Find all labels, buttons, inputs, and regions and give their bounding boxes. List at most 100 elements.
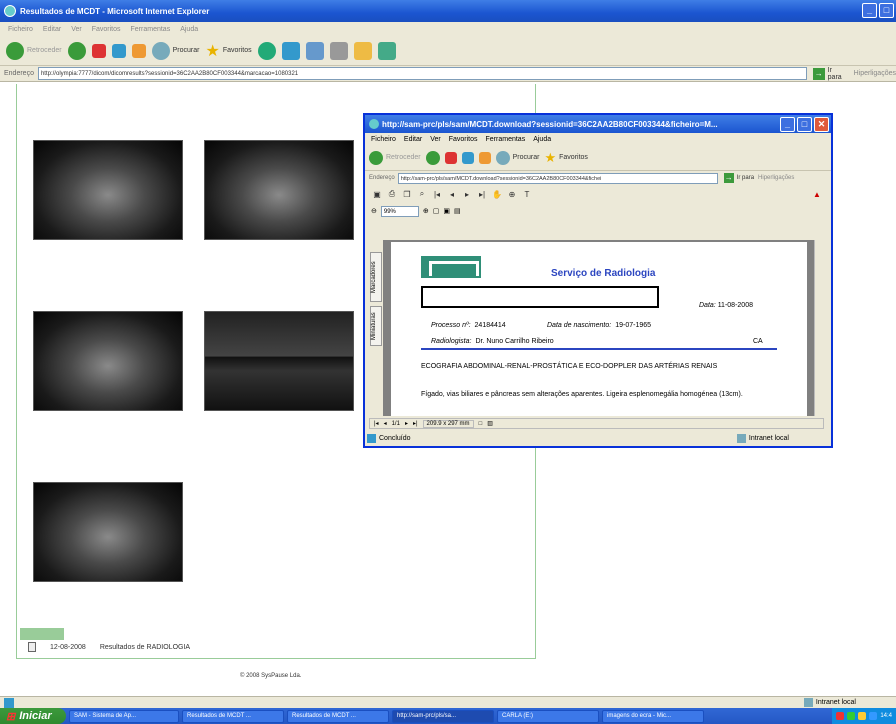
stop-button[interactable] (91, 43, 106, 58)
first-page-icon[interactable]: |◂ (431, 190, 443, 199)
last-page-button[interactable]: ▸| (413, 420, 418, 427)
popup-status-text: Concluído (379, 435, 411, 442)
tray-icon[interactable] (836, 712, 845, 720)
result-label[interactable]: Resultados de RADIOLOGIA (100, 644, 190, 651)
popup-forward-button[interactable] (425, 150, 440, 165)
menu-tools[interactable]: Ferramentas (131, 26, 171, 33)
popup-menu-view[interactable]: Ver (430, 136, 441, 143)
home-button[interactable] (131, 43, 146, 58)
search-button[interactable]: Procurar (151, 41, 199, 60)
address-input[interactable]: http://olympia:7777/dicom/dicomresults?s… (37, 67, 807, 80)
tray-icon[interactable] (858, 712, 867, 720)
popup-close-button[interactable]: ✕ (814, 116, 829, 132)
prev-page-icon[interactable]: ◂ (446, 190, 458, 199)
acrobat-logo-icon: ▲ (813, 189, 821, 199)
mail-button[interactable] (305, 41, 324, 60)
popup-minimize-button[interactable]: _ (780, 116, 795, 132)
task-button[interactable]: CARLA (E:) (497, 709, 599, 723)
task-button-active[interactable]: http://sam-prc/pls/sa... (392, 709, 494, 723)
find-icon[interactable]: ⌕ (416, 189, 428, 199)
popup-refresh-button[interactable] (461, 151, 474, 164)
last-page-icon[interactable]: ▸| (476, 190, 488, 199)
menu-edit[interactable]: Editar (43, 26, 61, 33)
ultrasound-thumbnail-5[interactable] (33, 482, 183, 582)
popup-address-input[interactable]: http://sam-prc/pls/sam/MCDT.download?ses… (397, 172, 718, 184)
next-page-icon[interactable]: ▸ (461, 190, 473, 199)
messenger-button[interactable] (377, 41, 396, 60)
print-icon[interactable]: ⎙ (386, 189, 398, 199)
prev-page-button[interactable]: ◂ (384, 420, 387, 427)
bookmarks-tab[interactable]: Marcadores (370, 252, 382, 302)
popup-menu-file[interactable]: Ficheiro (371, 136, 396, 143)
popup-menu-favorites[interactable]: Favoritos (449, 136, 478, 143)
ultrasound-thumbnail-3[interactable] (33, 311, 183, 411)
toolbar: Retroceder Procurar ★ Favoritos (0, 36, 896, 66)
search-icon (495, 150, 510, 165)
go-button[interactable]: → Ir para (812, 67, 848, 81)
menu-favorites[interactable]: Favoritos (92, 26, 121, 33)
popup-maximize-button[interactable]: □ (797, 116, 812, 132)
report-code: CA (753, 338, 763, 345)
media-button[interactable] (257, 41, 276, 60)
popup-menu-edit[interactable]: Editar (404, 136, 422, 143)
task-button[interactable]: Resultados de MCDT ... (182, 709, 284, 723)
next-page-button[interactable]: ▸ (405, 420, 408, 427)
popup-favorites-button[interactable]: ★ Favoritos (544, 150, 587, 166)
actual-size-icon[interactable]: ▢ (433, 207, 440, 215)
fit-page-icon[interactable]: ▣ (443, 207, 450, 215)
acrobat-toolbar: ▣ ⎙ ❐ ⌕ |◂ ◂ ▸ ▸| ✋ ⊕ T ▲ (365, 185, 831, 203)
copy-icon[interactable]: ❐ (401, 190, 413, 199)
popup-menu-tools[interactable]: Ferramentas (486, 136, 526, 143)
popup-home-button[interactable] (478, 151, 491, 164)
menu-view[interactable]: Ver (71, 26, 82, 33)
task-button[interactable]: SAM - Sistema de Ap... (69, 709, 179, 723)
single-page-icon[interactable]: □ (479, 421, 483, 427)
menu-help[interactable]: Ajuda (180, 26, 198, 33)
pdf-nav-bar: |◂ ◂ 1/1 ▸ ▸| 209.9 x 297 mm □ ▥ (369, 418, 824, 429)
folder-button[interactable] (353, 41, 372, 60)
history-button[interactable] (281, 41, 300, 60)
hand-tool-icon[interactable]: ✋ (491, 190, 503, 199)
popup-search-button[interactable]: Procurar (495, 150, 539, 165)
refresh-button[interactable] (111, 43, 126, 58)
ultrasound-thumbnail-4[interactable] (204, 311, 354, 411)
zoom-input[interactable]: 99% (380, 205, 419, 217)
result-row[interactable]: 12-08-2008 Resultados de RADIOLOGIA (28, 642, 190, 652)
thumbnails-tab[interactable]: Miniaturas (370, 306, 382, 346)
continuous-icon[interactable]: ▥ (487, 420, 493, 427)
back-button[interactable]: Retroceder (6, 41, 62, 60)
start-button[interactable]: ⊞ Iniciar (0, 708, 66, 724)
text-select-icon[interactable]: T (521, 190, 533, 199)
task-button[interactable]: imagens do ecra - Mic... (602, 709, 704, 723)
popup-stop-button[interactable] (444, 151, 457, 164)
popup-go-button[interactable]: → Ir para (723, 173, 754, 183)
forward-button[interactable] (67, 41, 86, 60)
page-indicator[interactable]: 1/1 (392, 421, 400, 427)
maximize-button[interactable]: □ (879, 3, 894, 18)
redacted-box (421, 286, 659, 308)
print-button[interactable] (329, 41, 348, 60)
favorites-button[interactable]: ★ Favoritos (205, 41, 251, 61)
task-button[interactable]: Resultados de MCDT ... (287, 709, 389, 723)
report-exam: ECOGRAFIA ABDOMINAL-RENAL-PROSTÁTICA E E… (421, 363, 718, 370)
ultrasound-thumbnail-1[interactable] (33, 140, 183, 240)
first-page-button[interactable]: |◂ (374, 420, 379, 427)
fit-width-icon[interactable]: ▤ (454, 207, 461, 215)
zoom-in-icon[interactable]: ⊕ (423, 207, 429, 215)
save-icon[interactable]: ▣ (371, 190, 383, 199)
minimize-button[interactable]: _ (862, 3, 877, 18)
popup-menu-help[interactable]: Ajuda (533, 136, 551, 143)
popup-back-button[interactable]: Retroceder (369, 150, 421, 165)
tray-icon[interactable] (869, 712, 878, 720)
popup-links-label[interactable]: Hiperligações (758, 175, 794, 181)
ultrasound-thumbnail-2[interactable] (204, 140, 354, 240)
pdf-vertical-scrollbar[interactable] (814, 240, 824, 416)
links-label[interactable]: Hiperligações (854, 70, 896, 77)
menu-file[interactable]: Ficheiro (8, 26, 33, 33)
search-icon (151, 41, 170, 60)
tray-icon[interactable] (847, 712, 856, 720)
windows-flag-icon: ⊞ (6, 710, 16, 723)
zoom-icon[interactable]: ⊕ (506, 190, 518, 199)
zoom-out-icon[interactable]: ⊖ (371, 207, 377, 215)
side-tabs: Marcadores Miniaturas (369, 240, 383, 416)
